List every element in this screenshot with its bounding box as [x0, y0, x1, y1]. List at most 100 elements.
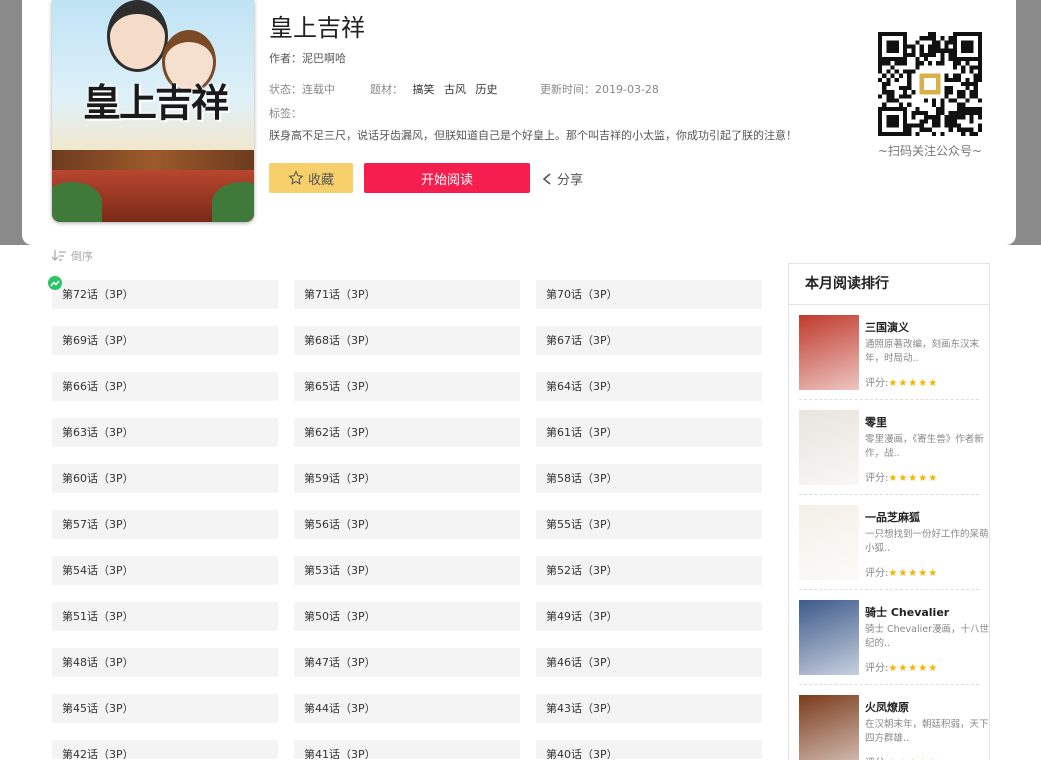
- genre-tag[interactable]: 历史: [476, 83, 498, 96]
- chapter-link[interactable]: 第42话（3P）: [52, 740, 278, 759]
- author-name[interactable]: 泥巴啊哈: [302, 52, 346, 65]
- chapter-link[interactable]: 第57话（3P）: [52, 510, 278, 539]
- chapter-link[interactable]: 第52话（3P）: [536, 556, 762, 585]
- chapter-link[interactable]: 第63话（3P）: [52, 418, 278, 447]
- book-summary: 朕身高不足三尺，说话牙齿漏风，但朕知道自己是个好皇上。那个叫吉祥的小太监，你成功…: [269, 129, 797, 142]
- author-label: 作者：: [269, 52, 302, 65]
- share-button[interactable]: 分享: [541, 169, 583, 188]
- chapter-link[interactable]: 第67话（3P）: [536, 326, 762, 355]
- book-tags: 标签：: [269, 107, 302, 120]
- chapter-link[interactable]: 第69话（3P）: [52, 326, 278, 355]
- score-label: 评分:: [865, 568, 889, 579]
- chapter-link[interactable]: 第51话（3P）: [52, 602, 278, 631]
- ranking-cover[interactable]: [799, 410, 859, 485]
- start-reading-label: 开始阅读: [420, 172, 473, 188]
- chapter-link[interactable]: 第71话（3P）: [294, 280, 520, 309]
- ranking-info: 三国演义 通照原著改编，刻画东汉末年，时局动.. 评分:★★★★★: [865, 319, 989, 389]
- chapter-link[interactable]: 第41话（3P）: [294, 740, 520, 759]
- chapter-link[interactable]: 第60话（3P）: [52, 464, 278, 493]
- book-update-time: 更新时间：2019-03-28: [540, 81, 659, 97]
- chapter-link[interactable]: 第65话（3P）: [294, 372, 520, 401]
- book-title: 皇上吉祥: [269, 14, 365, 42]
- chapter-link[interactable]: 第54话（3P）: [52, 556, 278, 585]
- ranking-score: 评分:★★★★★: [865, 564, 989, 579]
- star-outline-icon: [288, 170, 304, 185]
- chapter-link[interactable]: 第55话（3P）: [536, 510, 762, 539]
- genre-label: 题材：: [370, 83, 403, 96]
- chapter-link[interactable]: 第59话（3P）: [294, 464, 520, 493]
- ranking-desc: 在汉朝末年，朝廷积弱，天下四方群雄..: [865, 719, 989, 744]
- sort-toggle[interactable]: 倒序: [52, 248, 93, 264]
- cover-character-emperor: [107, 0, 168, 72]
- chapter-link[interactable]: 第40话（3P）: [536, 740, 762, 759]
- chapter-link[interactable]: 第68话（3P）: [294, 326, 520, 355]
- ranking-name[interactable]: 零里: [865, 414, 989, 430]
- qr-caption: ~扫码关注公众号~: [877, 144, 983, 158]
- chapter-link[interactable]: 第64话（3P）: [536, 372, 762, 401]
- ranking-name[interactable]: 三国演义: [865, 319, 989, 335]
- chapter-link[interactable]: 第61话（3P）: [536, 418, 762, 447]
- ranking-item[interactable]: 火凤燎原在汉朝末年，朝廷积弱，天下四方群雄.. 评分:★★★★★: [799, 685, 989, 760]
- ranking-item[interactable]: 零里 零里漫画，《寄生兽》作者新作，战.. 评分:★★★★★: [799, 400, 984, 495]
- ranking-item[interactable]: 三国演义 通照原著改编，刻画东汉末年，时局动.. 评分:★★★★★: [799, 305, 979, 400]
- status-label: 状态：: [269, 83, 302, 96]
- cover-title-art: 皇上吉祥: [82, 80, 229, 125]
- book-genres: 题材： 搞笑 古风 历史: [370, 81, 498, 97]
- cover-tree: [52, 182, 102, 222]
- chapter-link[interactable]: 第45话（3P）: [52, 694, 278, 723]
- favorite-label: 收藏: [307, 172, 334, 188]
- sort-label: 倒序: [71, 250, 93, 263]
- book-cover[interactable]: 皇上吉祥: [52, 0, 254, 222]
- start-reading-button[interactable]: 开始阅读: [364, 163, 530, 193]
- rating-stars: ★★★★★: [888, 568, 939, 579]
- chapter-link[interactable]: 第72话（3P）: [52, 280, 278, 309]
- share-icon: [542, 172, 551, 185]
- ranking-score: 评分:★★★★★: [865, 659, 989, 674]
- genre-tag[interactable]: 古风: [444, 83, 466, 96]
- score-label: 评分:: [865, 663, 889, 674]
- ranking-info: 骑士 Chevalier 骑士 Chevalier漫画，十八世纪的.. 评分:★★★…: [865, 604, 989, 674]
- rating-stars: ★★★★★: [888, 663, 939, 674]
- update-label: 更新时间：: [540, 83, 595, 96]
- ranking-cover[interactable]: [799, 315, 859, 390]
- chapter-link[interactable]: 第66话（3P）: [52, 372, 278, 401]
- ranking-desc: 零里漫画，《寄生兽》作者新作，战..: [865, 434, 984, 459]
- ranking-score: 评分:★★★★★: [865, 754, 989, 760]
- book-status: 状态：连载中: [269, 81, 335, 97]
- chapter-link[interactable]: 第58话（3P）: [536, 464, 762, 493]
- chapter-link[interactable]: 第62话（3P）: [294, 418, 520, 447]
- chapter-link[interactable]: 第50话（3P）: [294, 602, 520, 631]
- monthly-ranking-panel: 本月阅读排行 三国演义 通照原著改编，刻画东汉末年，时局动.. 评分:★★★★★ 零里…: [788, 263, 990, 760]
- ranking-score: 评分:★★★★★: [865, 374, 989, 389]
- qr-code-image: [878, 32, 982, 136]
- favorite-button[interactable]: 收藏: [269, 163, 353, 193]
- chapter-link[interactable]: 第43话（3P）: [536, 694, 762, 723]
- genre-tag[interactable]: 搞笑: [413, 83, 435, 96]
- book-author: 作者：泥巴啊哈: [269, 50, 346, 66]
- chapter-link[interactable]: 第46话（3P）: [536, 648, 762, 677]
- ranking-info: 零里 零里漫画，《寄生兽》作者新作，战.. 评分:★★★★★: [865, 414, 989, 484]
- ranking-info: 一品芝麻狐一只想找到一份好工作的呆萌小狐.. 评分:★★★★★: [865, 509, 989, 579]
- chapter-link[interactable]: 第49话（3P）: [536, 602, 762, 631]
- chapter-link[interactable]: 第56话（3P）: [294, 510, 520, 539]
- chapter-link[interactable]: 第47话（3P）: [294, 648, 520, 677]
- ranking-cover[interactable]: [799, 600, 859, 675]
- ranking-cover[interactable]: [799, 505, 859, 580]
- ranking-desc: 骑士 Chevalier漫画，十八世纪的..: [865, 624, 989, 649]
- rating-stars: ★★★★★: [888, 473, 939, 484]
- rating-stars: ★★★★★: [888, 378, 939, 389]
- chapter-link[interactable]: 第70话（3P）: [536, 280, 762, 309]
- share-label: 分享: [557, 173, 584, 188]
- ranking-item[interactable]: 一品芝麻狐一只想找到一份好工作的呆萌小狐.. 评分:★★★★★: [799, 495, 989, 590]
- ranking-name[interactable]: 火凤燎原: [865, 699, 989, 715]
- new-update-badge: [48, 276, 62, 290]
- chapter-link[interactable]: 第53话（3P）: [294, 556, 520, 585]
- score-label: 评分:: [865, 378, 889, 389]
- chapter-link[interactable]: 第48话（3P）: [52, 648, 278, 677]
- chapter-link[interactable]: 第44话（3P）: [294, 694, 520, 723]
- ranking-name[interactable]: 骑士 Chevalier: [865, 604, 989, 620]
- ranking-desc: 一只想找到一份好工作的呆萌小狐..: [865, 529, 989, 554]
- ranking-item[interactable]: 骑士 Chevalier 骑士 Chevalier漫画，十八世纪的.. 评分:★★★…: [799, 590, 989, 685]
- ranking-name[interactable]: 一品芝麻狐: [865, 509, 989, 525]
- ranking-cover[interactable]: [799, 695, 859, 760]
